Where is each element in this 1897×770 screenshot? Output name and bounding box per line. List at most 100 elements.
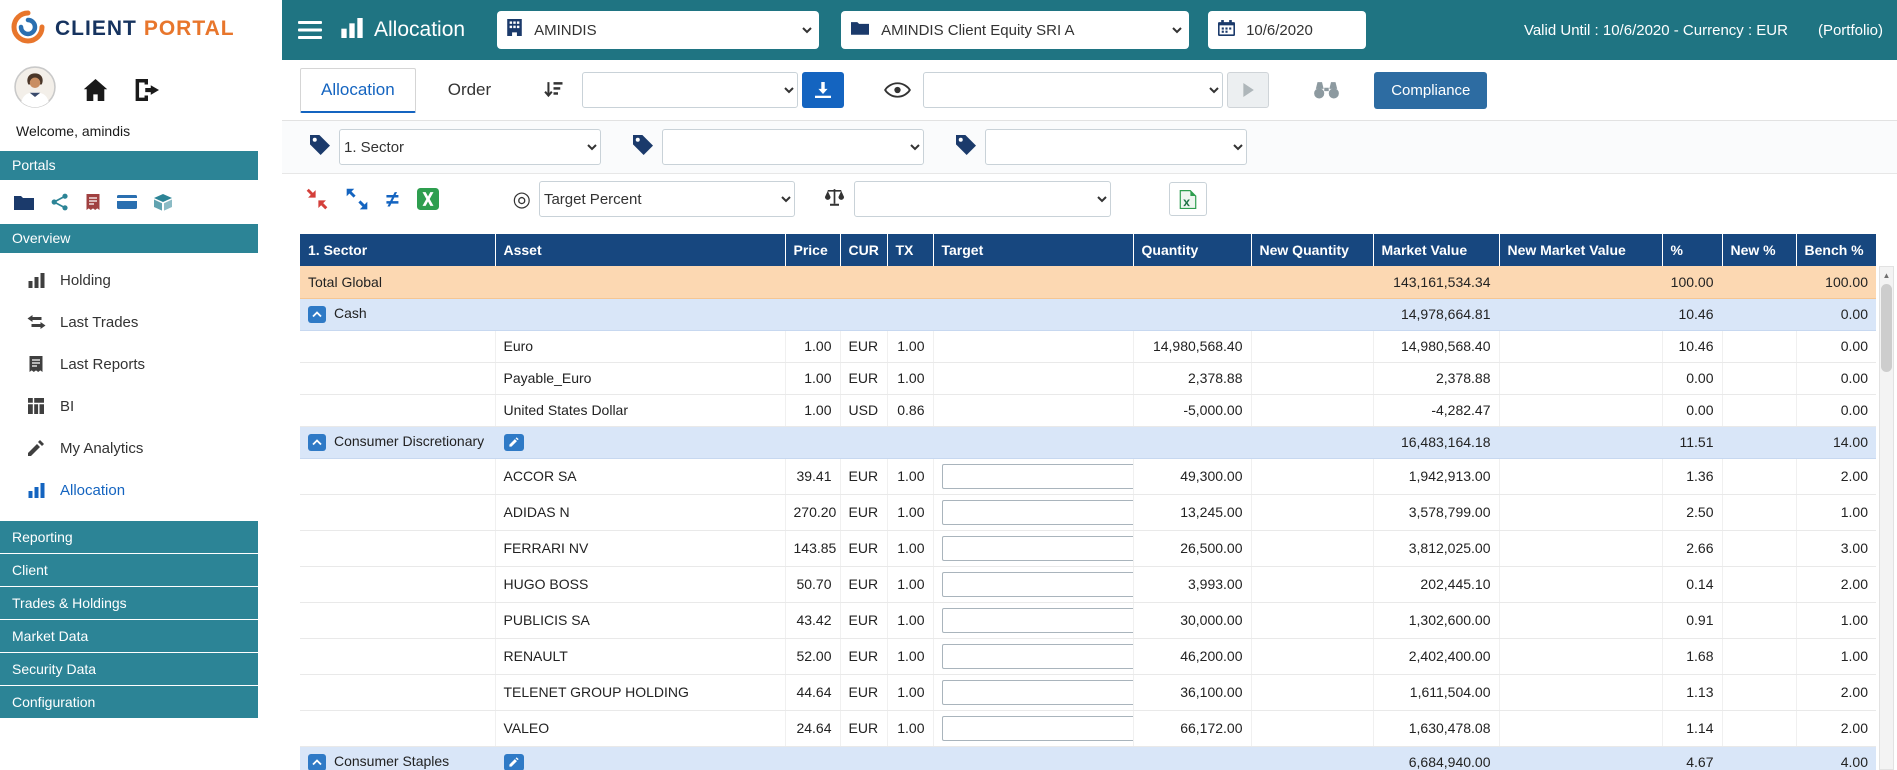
asset-name: United States Dollar: [495, 394, 785, 426]
folder-icon[interactable]: [14, 194, 34, 210]
sidebar-item-last-reports[interactable]: Last Reports: [0, 343, 282, 385]
rebalance-select[interactable]: [854, 181, 1111, 217]
target-mode-select[interactable]: Target Percent: [539, 181, 795, 217]
asset-row[interactable]: ADIDAS N270.20EUR1.0013,245.003,578,799.…: [300, 494, 1876, 530]
template-select[interactable]: [582, 72, 798, 108]
portals-section-header[interactable]: Portals: [0, 151, 258, 180]
cube-icon[interactable]: [154, 194, 172, 211]
asset-row[interactable]: TELENET GROUP HOLDING44.64EUR1.0036,100.…: [300, 674, 1876, 710]
group-row[interactable]: Consumer Staples6,684,940.004.674.00: [300, 746, 1876, 770]
asset-row[interactable]: FERRARI NV143.85EUR1.0026,500.003,812,02…: [300, 530, 1876, 566]
asset-row[interactable]: Payable_Euro1.00EUR1.002,378.882,378.880…: [300, 362, 1876, 394]
asset-row[interactable]: HUGO BOSS50.70EUR1.003,993.00202,445.100…: [300, 566, 1876, 602]
overview-section-header[interactable]: Overview: [0, 224, 258, 253]
column-header-new[interactable]: New %: [1722, 234, 1796, 266]
sidebar-item-bi[interactable]: BI: [0, 385, 282, 427]
group-row[interactable]: Consumer Discretionary16,483,164.1811.51…: [300, 426, 1876, 458]
asset-row[interactable]: United States Dollar1.00USD0.86-5,000.00…: [300, 394, 1876, 426]
portfolio-select[interactable]: AMINDIS Client Equity SRI A: [877, 13, 1185, 47]
share-icon[interactable]: [51, 193, 69, 211]
asset-row[interactable]: Euro1.00EUR1.0014,980,568.4014,980,568.4…: [300, 330, 1876, 362]
group-bench-pct: 4.00: [1796, 746, 1876, 770]
new-market-value-cell: [1499, 494, 1662, 530]
column-header-bench[interactable]: Bench %: [1796, 234, 1876, 266]
compliance-button[interactable]: Compliance: [1374, 72, 1487, 109]
grouping-select-1[interactable]: 1. Sector: [339, 129, 601, 165]
sidebar-section-reporting[interactable]: Reporting: [0, 521, 258, 553]
target-input[interactable]: [942, 644, 1134, 669]
scroll-up-icon[interactable]: ▲: [1880, 267, 1893, 283]
asset-row[interactable]: RENAULT52.00EUR1.0046,200.002,402,400.00…: [300, 638, 1876, 674]
group-row[interactable]: Cash14,978,664.8110.460.00: [300, 298, 1876, 330]
sidebar-item-last-trades[interactable]: Last Trades: [0, 301, 282, 343]
new-pct-cell: [1722, 394, 1796, 426]
column-header-new-market-value[interactable]: New Market Value: [1499, 234, 1662, 266]
tab-allocation[interactable]: Allocation: [300, 68, 416, 113]
download-button[interactable]: [802, 72, 844, 108]
target-input[interactable]: [942, 572, 1134, 597]
invoice-icon[interactable]: [86, 194, 100, 210]
run-button[interactable]: [1227, 72, 1269, 108]
new-pct-cell: [1722, 458, 1796, 494]
collapse-group-button[interactable]: [308, 306, 326, 323]
client-select[interactable]: AMINDIS: [530, 13, 815, 47]
grouping-select-2[interactable]: [662, 129, 924, 165]
template-sort-icon[interactable]: [543, 81, 564, 99]
quantity-cell: 13,245.00: [1133, 494, 1251, 530]
target-input[interactable]: [942, 716, 1134, 741]
sidebar-section-configuration[interactable]: Configuration: [0, 686, 258, 718]
filter-group-3: [956, 129, 1247, 165]
currency-cell: EUR: [840, 362, 887, 394]
target-input[interactable]: [942, 464, 1134, 489]
target-input[interactable]: [942, 500, 1134, 525]
column-header-tx[interactable]: TX: [887, 234, 933, 266]
collapse-group-button[interactable]: [308, 754, 326, 770]
grouping-select-3[interactable]: [985, 129, 1247, 165]
card-icon[interactable]: [117, 195, 137, 209]
column-header-market-value[interactable]: Market Value: [1373, 234, 1499, 266]
column-header-target[interactable]: Target: [933, 234, 1133, 266]
new-pct-cell: [1722, 674, 1796, 710]
excel-button[interactable]: [417, 188, 439, 210]
scroll-thumb[interactable]: [1881, 284, 1892, 372]
sidebar-section-trades-holdings[interactable]: Trades & Holdings: [0, 587, 258, 619]
search-binoculars-button[interactable]: [1313, 81, 1340, 99]
portfolio-select-wrap: AMINDIS Client Equity SRI A: [841, 11, 1189, 49]
column-header-new-quantity[interactable]: New Quantity: [1251, 234, 1373, 266]
asset-row[interactable]: ACCOR SA39.41EUR1.0049,300.001,942,913.0…: [300, 458, 1876, 494]
column-header-1-sector[interactable]: 1. Sector: [300, 234, 495, 266]
target-input[interactable]: [942, 608, 1134, 633]
tab-order[interactable]: Order: [428, 69, 511, 111]
asset-row[interactable]: VALEO24.64EUR1.0066,172.001,630,478.081.…: [300, 710, 1876, 746]
column-header-price[interactable]: Price: [785, 234, 840, 266]
view-select[interactable]: [923, 72, 1223, 108]
column-header-quantity[interactable]: Quantity: [1133, 234, 1251, 266]
sidebar-item-allocation[interactable]: Allocation: [0, 469, 282, 511]
expand-all-button[interactable]: [346, 188, 368, 210]
collapse-all-button[interactable]: [306, 188, 328, 210]
sidebar-section-security-data[interactable]: Security Data: [0, 653, 258, 685]
logout-button[interactable]: [135, 79, 161, 101]
column-header-[interactable]: %: [1662, 234, 1722, 266]
quantity-cell: 14,980,568.40: [1133, 330, 1251, 362]
sidebar-section-market-data[interactable]: Market Data: [0, 620, 258, 652]
edit-group-button[interactable]: [504, 754, 524, 770]
export-excel-button[interactable]: [1169, 182, 1207, 216]
sidebar-item-my-analytics[interactable]: My Analytics: [0, 427, 282, 469]
not-equal-filter-button[interactable]: ≠: [386, 188, 399, 211]
sidebar-section-client[interactable]: Client: [0, 554, 258, 586]
bar-chart-icon: [26, 273, 46, 288]
group-label: Consumer Discretionary: [300, 426, 495, 458]
sidebar-item-holding[interactable]: Holding: [0, 259, 282, 301]
target-input[interactable]: [942, 536, 1134, 561]
asset-row[interactable]: PUBLICIS SA43.42EUR1.0030,000.001,302,60…: [300, 602, 1876, 638]
column-header-cur[interactable]: CUR: [840, 234, 887, 266]
vertical-scrollbar[interactable]: ▲: [1879, 266, 1894, 770]
date-input[interactable]: [1244, 21, 1344, 40]
column-header-asset[interactable]: Asset: [495, 234, 785, 266]
target-input[interactable]: [942, 680, 1134, 705]
menu-toggle-button[interactable]: [298, 21, 322, 39]
collapse-group-button[interactable]: [308, 434, 326, 451]
home-button[interactable]: [83, 79, 108, 101]
edit-group-button[interactable]: [504, 434, 524, 451]
